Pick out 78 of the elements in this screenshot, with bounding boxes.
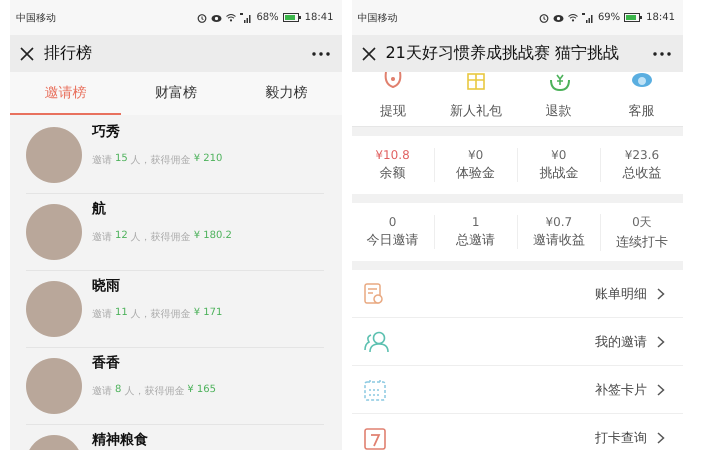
chevron-right-icon xyxy=(657,384,665,396)
alarm-icon xyxy=(197,12,208,22)
battery-icon xyxy=(282,13,301,22)
signal-icon xyxy=(582,12,594,22)
invite-count: 15 xyxy=(115,153,128,166)
shortcut-button[interactable]: 提现 xyxy=(352,72,434,126)
carrier-name: 中国移动 xyxy=(358,12,398,24)
status-time: 18:41 xyxy=(304,12,334,23)
calendar-icon xyxy=(364,378,386,400)
wifi-icon xyxy=(226,13,236,22)
commission-amount: ¥ 165 xyxy=(187,384,216,397)
shortcut-button[interactable]: 新人礼包 xyxy=(434,72,518,126)
commission-label: 人，获得佣金 xyxy=(130,308,191,321)
close-icon[interactable] xyxy=(20,46,34,60)
invite-count: 12 xyxy=(115,230,128,243)
stat-value: 0 xyxy=(388,215,396,229)
eye-icon xyxy=(211,12,222,22)
ranking-tab[interactable]: 毅力榜 xyxy=(231,72,342,115)
commission-amount: ¥ 180.2 xyxy=(194,230,232,243)
stat-label: 今日邀请 xyxy=(366,232,419,249)
eye-icon xyxy=(552,12,564,22)
stat-value: ¥10.8 xyxy=(375,148,410,162)
stat-value: ¥23.6 xyxy=(624,148,660,162)
ranking-tab[interactable]: 财富榜 xyxy=(120,72,231,115)
calendar-day-icon xyxy=(364,426,386,450)
invite-count: 11 xyxy=(115,307,128,320)
page-title: 21天好习惯养成挑战赛 猫宁挑战 xyxy=(386,43,620,64)
alarm-icon xyxy=(538,12,549,22)
stat-label: 邀请收益 xyxy=(532,232,585,249)
chevron-right-icon xyxy=(657,288,665,300)
stat-label: 余额 xyxy=(380,165,406,182)
battery-percent: 69% xyxy=(598,12,620,23)
people-icon xyxy=(364,330,390,352)
battery-percent: 68% xyxy=(256,12,279,23)
more-icon[interactable] xyxy=(312,52,330,56)
signal-icon xyxy=(240,12,252,22)
status-time: 18:41 xyxy=(646,12,675,23)
user-name: 航 xyxy=(92,200,107,218)
commission-label: 人，获得佣金 xyxy=(130,230,191,244)
gift-icon xyxy=(466,72,486,90)
shortcut-button[interactable]: 退款 xyxy=(517,72,600,126)
menu-item-label[interactable]: 补签卡片 xyxy=(595,380,647,398)
stat-label: 连续打卡 xyxy=(616,234,668,250)
menu-item-label[interactable]: 账单明细 xyxy=(595,284,647,302)
invite-label: 邀请 xyxy=(92,384,112,398)
close-icon[interactable] xyxy=(362,46,376,60)
stat-label: 总邀请 xyxy=(456,232,496,249)
user-name: 晓雨 xyxy=(92,277,121,295)
wifi-icon xyxy=(568,13,578,22)
shortcut-button[interactable]: 客服 xyxy=(600,72,683,126)
stat-value: 0天 xyxy=(632,214,652,230)
stat-value: ¥0 xyxy=(551,148,566,162)
commission-label: 人，获得佣金 xyxy=(130,154,191,167)
stat-value: ¥0.7 xyxy=(545,215,572,229)
stat-label: 挑战金 xyxy=(539,165,578,182)
carrier-name: 中国移动 xyxy=(16,12,56,24)
invite-label: 邀请 xyxy=(92,230,112,244)
user-name: 精神粮食 xyxy=(92,431,148,449)
chevron-right-icon xyxy=(657,432,665,444)
invite-count: 8 xyxy=(115,384,122,397)
user-name: 巧秀 xyxy=(92,123,121,141)
menu-item-label[interactable]: 我的邀请 xyxy=(595,332,647,350)
page-title: 排行榜 xyxy=(44,43,93,64)
stat-value: ¥0 xyxy=(468,148,484,162)
stat-label: 体验金 xyxy=(456,165,496,182)
chevron-right-icon xyxy=(657,336,665,348)
invite-label: 邀请 xyxy=(92,308,112,321)
bill-icon xyxy=(364,282,384,304)
invite-label: 邀请 xyxy=(92,154,112,167)
more-icon[interactable] xyxy=(653,52,671,56)
commission-amount: ¥ 171 xyxy=(194,307,222,320)
stat-label: 总收益 xyxy=(622,165,662,182)
user-name: 香香 xyxy=(92,354,121,372)
commission-label: 人，获得佣金 xyxy=(124,384,184,398)
menu-item-label[interactable]: 打卡查询 xyxy=(595,428,647,446)
battery-icon xyxy=(624,13,642,22)
stat-value: 1 xyxy=(472,215,480,229)
commission-amount: ¥ 210 xyxy=(194,153,222,166)
